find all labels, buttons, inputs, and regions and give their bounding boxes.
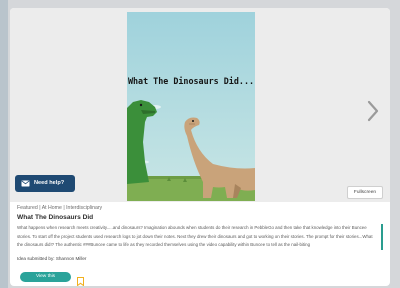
slide-title: What The Dinosaurs Did... [127, 76, 255, 86]
description-scroll[interactable]: What happens when research meets creativ… [17, 224, 383, 250]
idea-credit: Idea submitted by: Shannon Miller [17, 256, 87, 261]
slide-viewer: What The Dinosaurs Did... Fullscreen [10, 8, 390, 202]
view-this-button[interactable]: View this [20, 272, 71, 282]
idea-modal: What The Dinosaurs Did... Fullscreen Fea… [10, 8, 390, 286]
need-help-label: Need help? [34, 180, 65, 186]
chevron-right-icon [367, 100, 379, 122]
fullscreen-button[interactable]: Fullscreen [347, 186, 383, 199]
need-help-button[interactable]: Need help? [15, 175, 75, 192]
bookmark-button[interactable] [77, 273, 84, 286]
next-slide-button[interactable] [366, 100, 380, 122]
slide-preview: What The Dinosaurs Did... [127, 12, 255, 201]
idea-description: What happens when research meets creativ… [17, 225, 373, 248]
idea-details: Featured | At Home | Interdisciplinary W… [17, 204, 383, 263]
bookmark-icon [77, 277, 84, 286]
idea-tags: Featured | At Home | Interdisciplinary [17, 205, 103, 211]
page-backdrop [0, 0, 8, 288]
dinosaur-illustration [127, 12, 255, 201]
description-scrollbar[interactable] [381, 224, 383, 250]
idea-title: What The Dinosaurs Did [17, 214, 94, 221]
mail-icon [21, 180, 30, 187]
